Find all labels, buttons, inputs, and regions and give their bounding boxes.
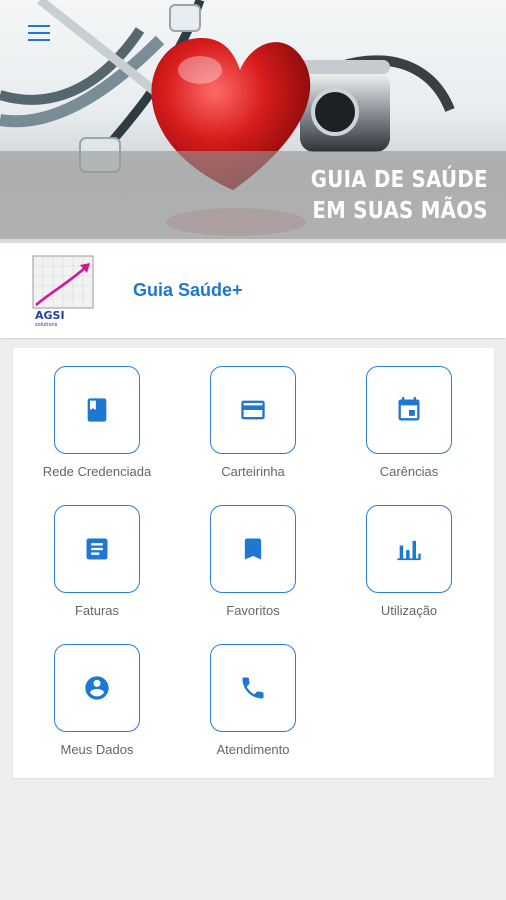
tile-atendimento[interactable]: Atendimento [188,644,318,757]
hero-banner: GUIA DE SAÚDE EM SUAS MÃOS [0,0,506,243]
tile-label: Rede Credenciada [42,464,152,479]
tile-utilizacao[interactable]: Utilização [344,505,474,618]
tile-label: Meus Dados [60,742,134,757]
tile-box[interactable] [54,505,140,593]
menu-grid-card: Rede Credenciada Carteirinha Carências F… [13,348,494,778]
app-title: Guia Saúde+ [133,280,243,300]
calendar-icon [398,397,420,421]
tile-label: Utilização [380,603,438,618]
tile-box[interactable] [54,644,140,732]
book-icon [87,398,107,422]
bar-chart-icon [397,540,421,561]
hamburger-menu-icon[interactable] [28,25,52,45]
account-circle-icon [85,676,109,700]
tile-box[interactable] [54,366,140,454]
tile-label: Faturas [74,603,120,618]
phone-icon [242,677,264,699]
document-icon [86,538,108,560]
bookmark-icon [244,538,262,560]
tile-faturas[interactable]: Faturas [32,505,162,618]
tile-box[interactable] [366,366,452,454]
tile-box[interactable] [210,366,296,454]
credit-card-icon [241,400,265,420]
banner-line-1: GUIA DE SAÚDE [311,167,488,193]
tile-favoritos[interactable]: Favoritos [188,505,318,618]
agsi-logo: AGSI solutions [32,255,94,327]
tile-meus-dados[interactable]: Meus Dados [32,644,162,757]
logo-text: AGSI [35,309,65,322]
tile-label: Atendimento [216,742,290,757]
tile-box[interactable] [210,505,296,593]
tile-carencias[interactable]: Carências [344,366,474,479]
tile-rede-credenciada[interactable]: Rede Credenciada [32,366,162,479]
banner-text: GUIA DE SAÚDE EM SUAS MÃOS [311,165,488,227]
app-header: AGSI solutions Guia Saúde+ [0,243,506,338]
tile-carteirinha[interactable]: Carteirinha [188,366,318,479]
logo-subtext: solutions [35,322,58,327]
tile-label: Carteirinha [221,464,285,479]
tile-box[interactable] [210,644,296,732]
banner-line-2: EM SUAS MÃOS [312,198,488,224]
banner-overlay: GUIA DE SAÚDE EM SUAS MÃOS [0,151,506,239]
tile-label: Carências [379,464,439,479]
tile-label: Favoritos [226,603,280,618]
tile-box[interactable] [366,505,452,593]
